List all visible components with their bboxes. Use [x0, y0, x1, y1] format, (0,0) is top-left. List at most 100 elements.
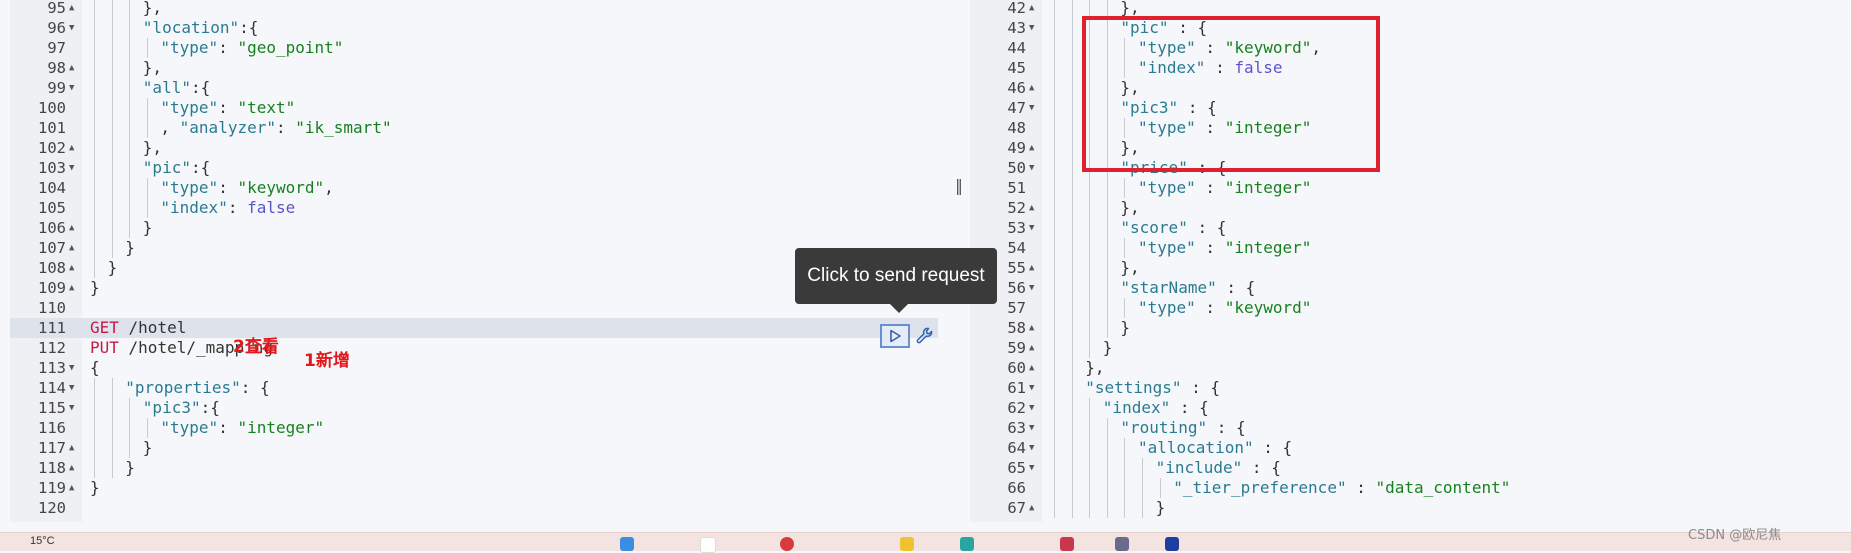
fold-expand-icon[interactable]: ▼	[69, 358, 79, 378]
code-line[interactable]: 115 ▼ "pic3":{	[10, 398, 938, 418]
taskbar-app-icon[interactable]	[1115, 537, 1129, 551]
fold-expand-icon[interactable]: ▼	[1029, 218, 1039, 238]
code-line[interactable]: 63 ▼ "routing" : {	[970, 418, 1851, 438]
fold-collapse-icon[interactable]: ▲	[69, 438, 79, 458]
indent-guide	[1054, 258, 1055, 278]
indent-guide	[1071, 58, 1073, 78]
indent-guide	[1054, 238, 1055, 258]
fold-collapse-icon[interactable]: ▲	[1029, 338, 1039, 358]
code-line[interactable]: 53 ▼ "score" : {	[970, 218, 1851, 238]
taskbar-app-icon[interactable]	[700, 537, 716, 553]
fold-collapse-icon[interactable]: ▲	[69, 278, 79, 298]
code-line[interactable]: 67 ▲}	[970, 498, 1851, 518]
line-number: 110	[38, 299, 66, 317]
fold-collapse-icon[interactable]: ▲	[1029, 78, 1039, 98]
code-line[interactable]: 111 GET /hotel	[10, 318, 938, 338]
code-text: },	[1120, 258, 1140, 277]
taskbar-app-icon[interactable]	[620, 537, 634, 551]
fold-collapse-icon[interactable]: ▲	[69, 218, 79, 238]
code-line[interactable]: 62 ▼ "index" : {	[970, 398, 1851, 418]
code-text: GET /hotel	[90, 318, 187, 337]
fold-collapse-icon[interactable]: ▲	[69, 258, 79, 278]
code-line[interactable]: 120	[10, 498, 938, 518]
code-line[interactable]: 102 ▲},	[10, 138, 938, 158]
pane-resize-handle[interactable]: ‖	[955, 176, 963, 195]
code-line[interactable]: 59 ▲}	[970, 338, 1851, 358]
code-line[interactable]: 64 ▼ "allocation" : {	[970, 438, 1851, 458]
taskbar-app-icon[interactable]	[1060, 537, 1074, 551]
fold-expand-icon[interactable]: ▼	[69, 398, 79, 418]
code-line[interactable]: 100 "type": "text"	[10, 98, 938, 118]
send-request-button[interactable]	[880, 324, 910, 348]
fold-collapse-icon[interactable]: ▲	[69, 478, 79, 498]
taskbar-app-icon[interactable]	[780, 537, 794, 551]
line-number: 95	[47, 0, 66, 17]
taskbar-app-icon[interactable]	[900, 537, 914, 551]
code-line[interactable]: 113 ▼ {	[10, 358, 938, 378]
fold-expand-icon[interactable]: ▼	[1029, 418, 1039, 438]
line-number: 52	[1007, 199, 1026, 217]
fold-expand-icon[interactable]: ▼	[1029, 18, 1039, 38]
taskbar-app-icon[interactable]	[960, 537, 974, 551]
indent-guide	[1054, 338, 1055, 358]
code-line[interactable]: 65 ▼ "include" : {	[970, 458, 1851, 478]
code-line[interactable]: 106 ▲}	[10, 218, 938, 238]
indent-guide	[1071, 0, 1073, 18]
code-text: }	[125, 458, 135, 477]
code-line[interactable]: 105 "index": false	[10, 198, 938, 218]
fold-collapse-icon[interactable]: ▲	[69, 58, 79, 78]
indent-guide	[94, 38, 95, 58]
code-line[interactable]: 97 "type": "geo_point"	[10, 38, 938, 58]
code-line[interactable]: 95 ▲},	[10, 0, 938, 18]
code-line[interactable]: 60 ▲},	[970, 358, 1851, 378]
fold-collapse-icon[interactable]: ▲	[1029, 358, 1039, 378]
fold-collapse-icon[interactable]: ▲	[1029, 498, 1039, 518]
fold-collapse-icon[interactable]: ▲	[69, 138, 79, 158]
code-line[interactable]: 103 ▼ "pic":{	[10, 158, 938, 178]
fold-expand-icon[interactable]: ▼	[1029, 458, 1039, 478]
code-line[interactable]: 101 , "analyzer": "ik_smart"	[10, 118, 938, 138]
fold-collapse-icon[interactable]: ▲	[69, 458, 79, 478]
code-line[interactable]: 117 ▲}	[10, 438, 938, 458]
code-line[interactable]: 61 ▼ "settings" : {	[970, 378, 1851, 398]
code-line[interactable]: 119 ▲}	[10, 478, 938, 498]
fold-expand-icon[interactable]: ▼	[69, 78, 79, 98]
fold-collapse-icon[interactable]: ▲	[69, 0, 79, 18]
code-line[interactable]: 51 "type" : "integer"	[970, 178, 1851, 198]
code-line[interactable]: 58 ▲}	[970, 318, 1851, 338]
code-line[interactable]: 118 ▲}	[10, 458, 938, 478]
fold-expand-icon[interactable]: ▼	[1029, 438, 1039, 458]
fold-expand-icon[interactable]: ▼	[1029, 158, 1039, 178]
fold-expand-icon[interactable]: ▼	[1029, 98, 1039, 118]
code-line[interactable]: 99 ▼ "all":{	[10, 78, 938, 98]
wrench-icon[interactable]	[914, 325, 936, 347]
fold-expand-icon[interactable]: ▼	[69, 378, 79, 398]
code-line[interactable]: 66 "_tier_preference" : "data_content"	[970, 478, 1851, 498]
fold-expand-icon[interactable]: ▼	[69, 158, 79, 178]
indent-guide	[1071, 498, 1073, 518]
code-line[interactable]: 112 PUT /hotel/_mapping	[10, 338, 938, 358]
indent-guide	[94, 418, 95, 438]
taskbar-app-icon[interactable]	[1165, 537, 1179, 551]
fold-collapse-icon[interactable]: ▲	[1029, 198, 1039, 218]
code-line[interactable]: 104 "type": "keyword",	[10, 178, 938, 198]
code-line[interactable]: 52 ▲},	[970, 198, 1851, 218]
fold-collapse-icon[interactable]: ▲	[69, 238, 79, 258]
code-line[interactable]: 56 ▼ "starName" : {	[970, 278, 1851, 298]
fold-expand-icon[interactable]: ▼	[1029, 398, 1039, 418]
fold-expand-icon[interactable]: ▼	[1029, 378, 1039, 398]
fold-collapse-icon[interactable]: ▲	[1029, 138, 1039, 158]
code-line[interactable]: 114 ▼ "properties": {	[10, 378, 938, 398]
fold-collapse-icon[interactable]: ▲	[1029, 0, 1039, 18]
code-line[interactable]: 98 ▲},	[10, 58, 938, 78]
fold-collapse-icon[interactable]: ▲	[1029, 258, 1039, 278]
code-line[interactable]: 54 "type" : "integer"	[970, 238, 1851, 258]
fold-expand-icon[interactable]: ▼	[69, 18, 79, 38]
fold-collapse-icon[interactable]: ▲	[1029, 318, 1039, 338]
code-line[interactable]: 55 ▲},	[970, 258, 1851, 278]
fold-expand-icon[interactable]: ▼	[1029, 278, 1039, 298]
code-line[interactable]: 96 ▼ "location":{	[10, 18, 938, 38]
code-line[interactable]: 57 "type" : "keyword"	[970, 298, 1851, 318]
indent-guide	[146, 98, 148, 118]
code-line[interactable]: 116 "type": "integer"	[10, 418, 938, 438]
